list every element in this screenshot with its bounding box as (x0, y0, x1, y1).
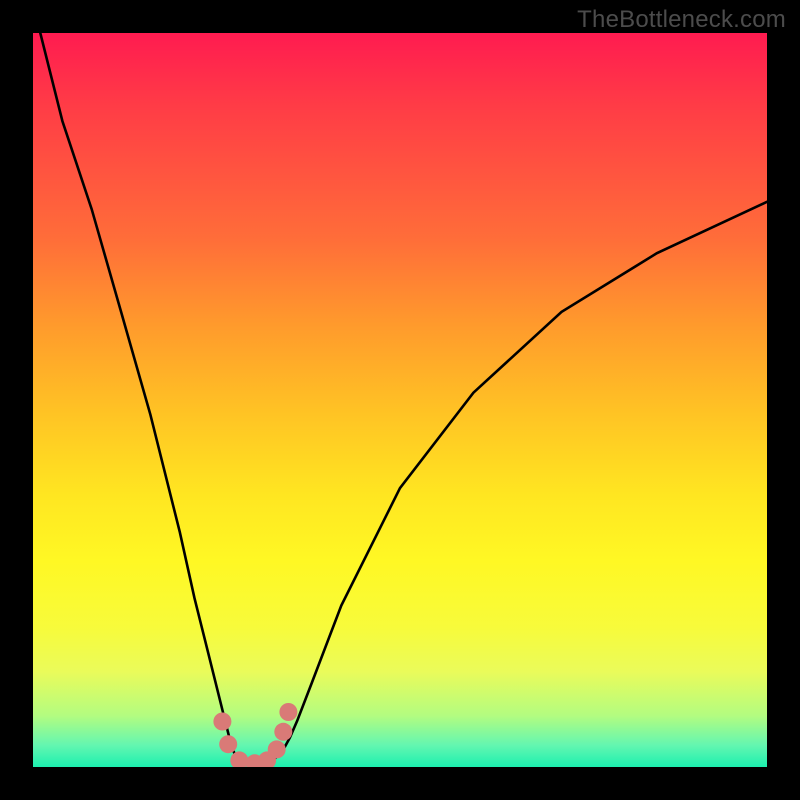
marker-dot (274, 723, 292, 741)
marker-dot (230, 751, 248, 767)
marker-series (213, 703, 297, 767)
primary-curve (40, 33, 767, 764)
marker-dot (213, 713, 231, 731)
chart-frame: TheBottleneck.com (0, 0, 800, 800)
marker-dot (219, 735, 237, 753)
plot-svg (33, 33, 767, 767)
plot-area (33, 33, 767, 767)
marker-dot (279, 703, 297, 721)
marker-dot (268, 740, 286, 758)
watermark-text: TheBottleneck.com (577, 6, 786, 34)
